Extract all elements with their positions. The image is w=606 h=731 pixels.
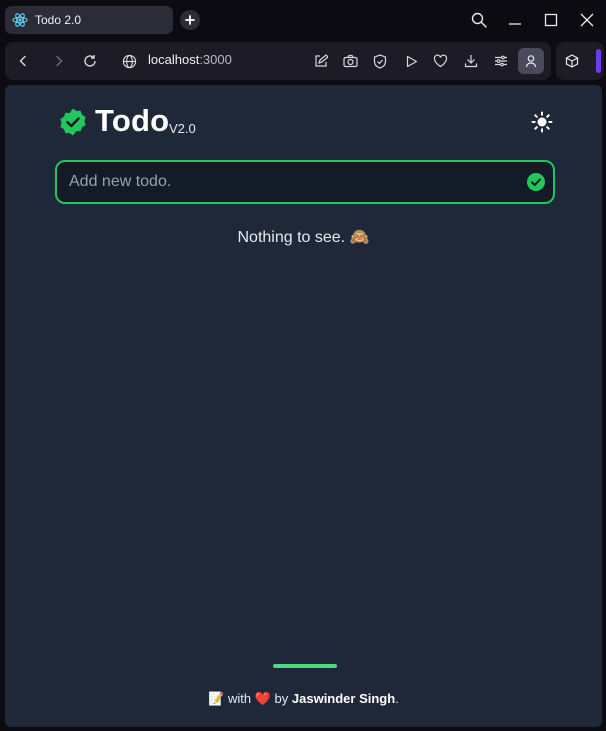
sidebar-accent-indicator bbox=[596, 49, 601, 73]
forward-button[interactable] bbox=[49, 51, 69, 71]
submit-check-icon[interactable] bbox=[526, 172, 546, 192]
reload-button[interactable] bbox=[80, 51, 100, 71]
new-todo-input[interactable] bbox=[69, 162, 509, 202]
screenshot-button[interactable] bbox=[340, 51, 360, 71]
url-host: localhost bbox=[148, 52, 200, 67]
back-icon bbox=[19, 55, 26, 67]
minimize-button[interactable] bbox=[504, 9, 526, 31]
download-icon bbox=[464, 55, 478, 68]
address-bar[interactable]: localhost:3000 bbox=[148, 52, 232, 67]
browser-toolbar: localhost:3000 bbox=[5, 42, 551, 80]
empty-state-text: Nothing to see. bbox=[237, 229, 346, 246]
tab-search-button[interactable] bbox=[468, 9, 490, 31]
edit-icon bbox=[315, 54, 328, 67]
downloads-button[interactable] bbox=[461, 51, 481, 71]
shield-button[interactable] bbox=[370, 51, 390, 71]
maximize-icon bbox=[544, 13, 558, 27]
footer-suffix: . bbox=[395, 691, 399, 706]
app-version: V2.0 bbox=[169, 121, 196, 136]
author-link[interactable]: Jaswinder Singh bbox=[292, 691, 395, 706]
search-icon bbox=[471, 12, 487, 28]
extension-cube-icon bbox=[565, 54, 579, 68]
profile-icon bbox=[525, 55, 537, 68]
globe-icon bbox=[122, 54, 136, 68]
tab-title: Todo 2.0 bbox=[35, 13, 82, 27]
edit-button[interactable] bbox=[311, 51, 331, 71]
footer-by: by bbox=[274, 691, 289, 706]
browser-tab[interactable]: Todo 2.0 bbox=[5, 6, 173, 34]
forward-icon bbox=[56, 55, 63, 67]
new-tab-button[interactable] bbox=[180, 10, 200, 30]
play-button[interactable] bbox=[401, 51, 421, 71]
footer-divider bbox=[273, 664, 337, 668]
minimize-icon bbox=[509, 23, 521, 25]
shield-icon bbox=[373, 53, 387, 69]
maximize-button[interactable] bbox=[540, 9, 562, 31]
heart-icon bbox=[433, 54, 447, 68]
sliders-icon bbox=[495, 55, 507, 67]
footer-credit: 📝 with ❤️ by Jaswinder Singh. bbox=[5, 691, 602, 707]
footer-with: with bbox=[227, 691, 252, 706]
browser-tab-strip: Todo 2.0 bbox=[0, 0, 606, 40]
app-title: Todo bbox=[95, 103, 170, 138]
profile-button[interactable] bbox=[518, 48, 544, 74]
reload-icon bbox=[84, 55, 96, 67]
close-icon bbox=[580, 13, 594, 27]
camera-icon bbox=[342, 54, 358, 68]
todo-app-page: Todo V2.0 Nothing to see. 🙈 📝 with ❤️ by… bbox=[5, 85, 602, 727]
memo-icon: 📝 bbox=[208, 692, 225, 707]
plus-icon bbox=[185, 15, 195, 25]
close-window-button[interactable] bbox=[576, 9, 598, 31]
see-no-evil-monkey-icon: 🙈 bbox=[349, 227, 370, 246]
react-icon bbox=[12, 12, 28, 28]
back-button[interactable] bbox=[13, 51, 33, 71]
settings-button[interactable] bbox=[491, 51, 511, 71]
heart-emoji-icon: ❤️ bbox=[254, 692, 271, 707]
extensions-button[interactable] bbox=[562, 51, 582, 71]
play-icon bbox=[406, 55, 417, 67]
favorites-button[interactable] bbox=[430, 51, 450, 71]
site-info-button[interactable] bbox=[119, 51, 139, 71]
empty-state-message: Nothing to see. 🙈 bbox=[5, 227, 602, 247]
verified-badge-icon bbox=[60, 108, 86, 136]
sun-icon[interactable] bbox=[531, 111, 553, 133]
url-port: :3000 bbox=[199, 52, 232, 67]
new-todo-form bbox=[55, 160, 555, 204]
